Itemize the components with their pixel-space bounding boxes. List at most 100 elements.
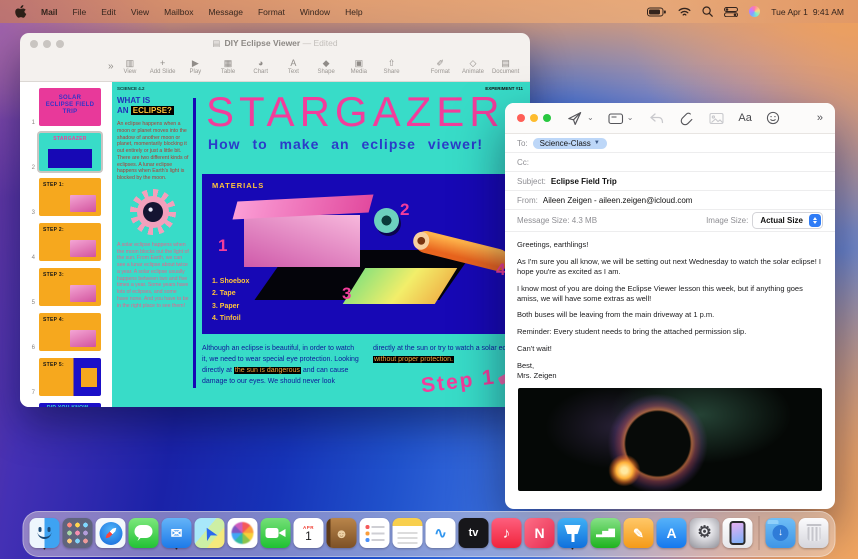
- dock-icon-reminders[interactable]: [359, 518, 391, 552]
- materials-number: 1: [218, 236, 227, 256]
- keynote-toolbar-button[interactable]: A Text: [277, 58, 310, 75]
- keynote-toolbar-button[interactable]: ◕ Chart: [244, 58, 277, 75]
- minimize-button[interactable]: [530, 114, 538, 122]
- keynote-toolbar-button[interactable]: ▦ Table: [212, 58, 245, 75]
- slide-thumbnail[interactable]: STEP 2:: [39, 223, 101, 261]
- keynote-toolbar-button[interactable]: ▣ Media: [342, 58, 375, 75]
- dock-icon-facetime[interactable]: [260, 518, 292, 552]
- zoom-button[interactable]: [543, 114, 551, 122]
- dock-icon-maps[interactable]: [194, 518, 226, 552]
- subject-field[interactable]: Subject: Eclipse Field Trip: [505, 172, 835, 191]
- menu-item[interactable]: View: [131, 7, 149, 17]
- slide-number: 5: [24, 300, 35, 308]
- edited-label: — Edited: [303, 38, 338, 48]
- header-fields-button[interactable]: [608, 112, 624, 125]
- sun-illustration: [130, 189, 176, 235]
- recipient-token[interactable]: Science-Class▼: [533, 138, 607, 149]
- toolbar-button-label: Media: [351, 69, 367, 75]
- dock-icon-trash[interactable]: [798, 518, 830, 552]
- siri-icon[interactable]: [749, 6, 760, 17]
- keynote-toolbar-button[interactable]: ⇧ Share: [375, 58, 408, 75]
- menu-item[interactable]: Window: [300, 7, 330, 17]
- dock-icon-notes[interactable]: [392, 518, 424, 552]
- apple-menu-icon[interactable]: [14, 5, 27, 19]
- keynote-toolbar-button[interactable]: ◆ Shape: [310, 58, 343, 75]
- cc-field[interactable]: Cc:: [505, 153, 835, 172]
- dock-icon-safari[interactable]: [95, 518, 127, 552]
- slide-thumbnail[interactable]: STEP 3:: [39, 268, 101, 306]
- menu-item[interactable]: Message: [208, 7, 243, 17]
- keynote-slide-canvas[interactable]: SCIENCE 4.2 EXPERIMENT #11 WHAT IS AN EC…: [112, 82, 530, 407]
- slide-thumbnail-row: 7 STEP 5:: [24, 356, 110, 398]
- close-button[interactable]: [517, 114, 525, 122]
- slide-divider: [193, 98, 196, 388]
- dock-icon-settings[interactable]: ⚙: [689, 518, 721, 552]
- send-button[interactable]: [567, 111, 582, 126]
- dock-icon-iphone-mirroring[interactable]: [722, 518, 754, 552]
- keynote-toolbar-button[interactable]: ▥ View: [114, 58, 147, 75]
- battery-icon[interactable]: [647, 7, 667, 17]
- slide-thumbnail[interactable]: DID YOU KNOW...: [39, 403, 101, 407]
- message-paragraph: I know most of you are doing the Eclipse…: [517, 284, 823, 304]
- slide-thumbnail[interactable]: STARGAZER: [39, 133, 101, 171]
- mail-header-fields: To: Science-Class▼ Cc: Subject: Eclipse …: [505, 134, 835, 232]
- menu-item[interactable]: File: [73, 7, 87, 17]
- menu-item[interactable]: Format: [258, 7, 285, 17]
- menu-item[interactable]: Help: [345, 7, 362, 17]
- slide-thumbnail[interactable]: SOLAR ECLIPSE FIELD TRIP: [39, 88, 101, 126]
- dock-icon-downloads[interactable]: ↓: [765, 518, 797, 552]
- cc-label: Cc:: [517, 158, 529, 167]
- slide-thumbnail-label: STEP 3:: [43, 272, 64, 278]
- materials-list-item: 2. Tape: [212, 288, 249, 300]
- keynote-toolbar-button[interactable]: ▶ Play: [179, 58, 212, 75]
- menu-item[interactable]: Edit: [101, 7, 116, 17]
- format-fonts-button[interactable]: Aa: [738, 112, 751, 124]
- menu-item[interactable]: Mailbox: [164, 7, 193, 17]
- from-field[interactable]: From: Aileen Zeigen - aileen.zeigen@iclo…: [505, 191, 835, 210]
- dock-icon-appstore[interactable]: A: [656, 518, 688, 552]
- dock-icon-appletv[interactable]: tv: [458, 518, 490, 552]
- dock-icon-numbers[interactable]: ▂▅▇: [590, 518, 622, 552]
- dock-icon-freeform[interactable]: ∿: [425, 518, 457, 552]
- toolbar-overflow-chevron-icon[interactable]: »: [817, 112, 823, 124]
- dock-icon-keynote[interactable]: •: [557, 518, 589, 552]
- keynote-toolbar-button[interactable]: + Add Slide: [146, 58, 179, 75]
- menu-bar-clock[interactable]: Tue Apr 19:41 AM: [771, 7, 844, 17]
- illustration-tape: [374, 208, 399, 233]
- dock-icon-calendar[interactable]: APR 1: [293, 518, 325, 552]
- search-icon[interactable]: [702, 6, 713, 17]
- slide-thumbnail[interactable]: STEP 1:: [39, 178, 101, 216]
- image-size-value: Actual Size: [760, 216, 803, 225]
- dock-icon-finder[interactable]: •: [29, 518, 61, 552]
- keynote-toolbar: » ▥ View + Add Slide ▶ Play ▦ T: [20, 54, 530, 82]
- dock-icon-mail[interactable]: ✉ •: [161, 518, 193, 552]
- to-field[interactable]: To: Science-Class▼: [505, 134, 835, 153]
- slide-main-column: STARGAZER How to make an eclipse viewer!…: [202, 82, 530, 407]
- toolbar-button-icon: ◕: [258, 58, 263, 68]
- size-row: Message Size: 4.3 MB Image Size: Actual …: [505, 210, 835, 232]
- keynote-toolbar-button[interactable]: ▤ Document: [489, 58, 522, 75]
- dock-icon-messages[interactable]: [128, 518, 160, 552]
- keynote-toolbar-button[interactable]: ◇ Animate: [457, 58, 490, 75]
- slide-thumbnail[interactable]: STEP 5:: [39, 358, 101, 396]
- dock-icon-news[interactable]: N: [524, 518, 556, 552]
- header-fields-chevron-icon[interactable]: ⌄: [627, 115, 634, 121]
- keynote-toolbar-button[interactable]: ✐ Format: [424, 58, 457, 75]
- emoji-button[interactable]: [766, 111, 780, 125]
- send-options-chevron-icon[interactable]: ⌄: [587, 115, 594, 121]
- dock-icon-music[interactable]: ♪: [491, 518, 523, 552]
- attach-file-button[interactable]: [679, 111, 694, 126]
- solar-eclipse-photo-attachment[interactable]: [518, 388, 822, 491]
- slide-thumbnail[interactable]: STEP 4:: [39, 313, 101, 351]
- wifi-icon[interactable]: [678, 7, 691, 17]
- mail-message-body[interactable]: Greetings, earthlings!As I'm sure you al…: [505, 232, 835, 509]
- dock-icon-photos[interactable]: [227, 518, 259, 552]
- toolbar-button-icon: ▣: [355, 58, 364, 68]
- dock-icon-launchpad[interactable]: [62, 518, 94, 552]
- dock-icon-pages[interactable]: ✎: [623, 518, 655, 552]
- image-size-select[interactable]: Actual Size: [752, 212, 823, 229]
- control-center-icon[interactable]: [724, 7, 738, 17]
- dock-icon-contacts[interactable]: ☻: [326, 518, 358, 552]
- menu-item-app-mail[interactable]: Mail: [41, 7, 58, 17]
- keynote-titlebar[interactable]: ▤DIY Eclipse Viewer — Edited: [20, 33, 530, 54]
